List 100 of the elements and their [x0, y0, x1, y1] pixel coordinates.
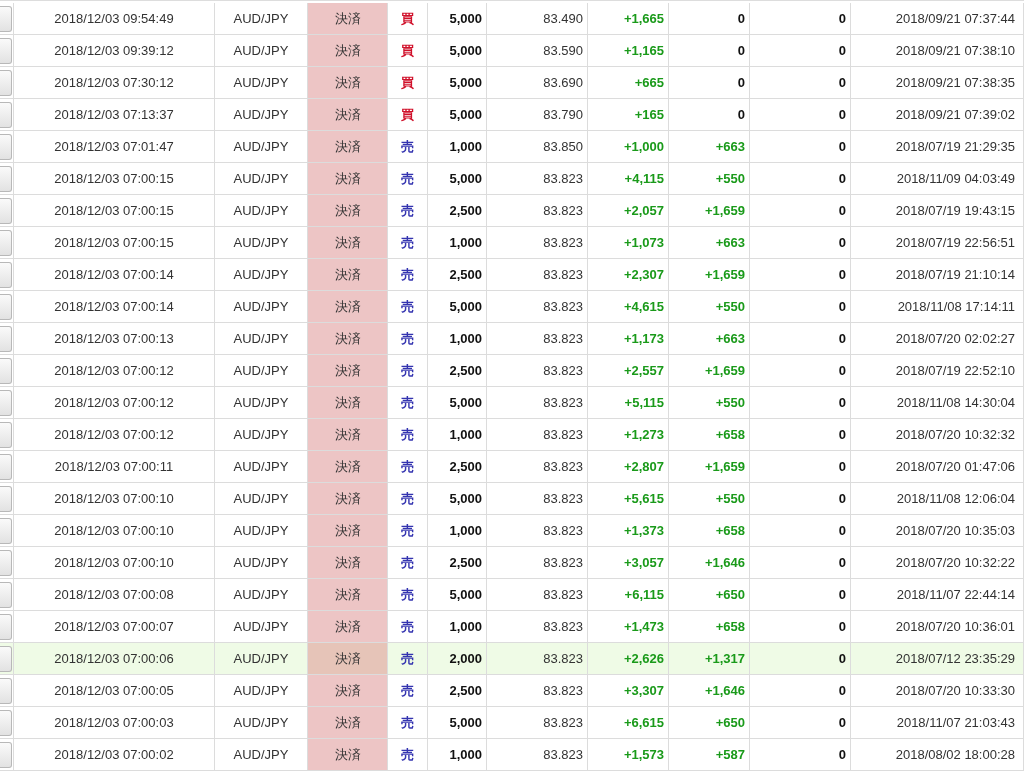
table-cell: 決済	[308, 675, 388, 706]
table-cell: 2018/12/03 07:00:14	[14, 291, 215, 322]
table-cell: +587	[669, 739, 750, 770]
table-cell: 2018/07/20 10:33:30	[851, 675, 1024, 706]
row-button[interactable]	[0, 645, 12, 672]
table-row[interactable]: 2018/12/03 07:00:02 AUD/JPY 決済 売 1,000 83.823 +1,573 +587 0 2018/08/02 18:00:28	[0, 739, 1024, 771]
table-row[interactable]: 2018/12/03 07:00:10 AUD/JPY 決済 売 1,000 83.823 +1,373 +658 0 2018/07/20 10:35:03	[0, 515, 1024, 547]
table-cell: 0	[750, 99, 851, 130]
table-cell: 2018/09/21 07:38:10	[851, 35, 1024, 66]
row-button[interactable]	[0, 37, 12, 64]
table-cell: 売	[388, 387, 428, 418]
table-cell: 83.823	[487, 387, 588, 418]
table-cell: 0	[750, 131, 851, 162]
row-button[interactable]	[0, 5, 12, 32]
table-cell: 0	[750, 291, 851, 322]
row-button[interactable]	[0, 677, 12, 704]
table-row[interactable]: 2018/12/03 07:30:12 AUD/JPY 決済 買 5,000 83.690 +665 0 0 2018/09/21 07:38:35	[0, 67, 1024, 99]
row-button[interactable]	[0, 389, 12, 416]
table-row[interactable]: 2018/12/03 07:13:37 AUD/JPY 決済 買 5,000 83.790 +165 0 0 2018/09/21 07:39:02	[0, 99, 1024, 131]
table-cell: 2018/12/03 07:13:37	[14, 99, 215, 130]
table-cell: +1,473	[588, 611, 669, 642]
row-button[interactable]	[0, 549, 12, 576]
table-cell: 0	[750, 163, 851, 194]
table-cell: 2018/09/21 07:37:44	[851, 3, 1024, 34]
table-row[interactable]: 2018/12/03 09:39:12 AUD/JPY 決済 買 5,000 83.590 +1,165 0 0 2018/09/21 07:38:10	[0, 35, 1024, 67]
table-cell: +1,373	[588, 515, 669, 546]
table-row[interactable]: 2018/12/03 07:00:05 AUD/JPY 決済 売 2,500 83.823 +3,307 +1,646 0 2018/07/20 10:33:30	[0, 675, 1024, 707]
table-cell: +2,307	[588, 259, 669, 290]
row-button[interactable]	[0, 293, 12, 320]
table-cell: 売	[388, 675, 428, 706]
table-cell: 83.823	[487, 291, 588, 322]
table-cell: 買	[388, 67, 428, 98]
table-cell: 2,500	[428, 355, 487, 386]
row-button[interactable]	[0, 325, 12, 352]
table-row[interactable]: 2018/12/03 07:00:14 AUD/JPY 決済 売 2,500 83.823 +2,307 +1,659 0 2018/07/19 21:10:14	[0, 259, 1024, 291]
row-button[interactable]	[0, 69, 12, 96]
table-cell: 2018/12/03 07:00:15	[14, 163, 215, 194]
table-cell: 2018/07/19 22:56:51	[851, 227, 1024, 258]
table-cell: 0	[750, 515, 851, 546]
table-cell: 0	[750, 259, 851, 290]
row-button[interactable]	[0, 421, 12, 448]
table-cell: 2018/07/19 19:43:15	[851, 195, 1024, 226]
table-cell: 2,500	[428, 675, 487, 706]
table-cell: 売	[388, 355, 428, 386]
table-row[interactable]: 2018/12/03 07:00:15 AUD/JPY 決済 売 2,500 83.823 +2,057 +1,659 0 2018/07/19 19:43:15	[0, 195, 1024, 227]
table-row[interactable]: 2018/12/03 07:01:47 AUD/JPY 決済 売 1,000 83.850 +1,000 +663 0 2018/07/19 21:29:35	[0, 131, 1024, 163]
table-cell: 売	[388, 643, 428, 674]
table-row[interactable]: 2018/12/03 07:00:07 AUD/JPY 決済 売 1,000 83.823 +1,473 +658 0 2018/07/20 10:36:01	[0, 611, 1024, 643]
table-cell: 2018/11/09 04:03:49	[851, 163, 1024, 194]
table-cell: 83.823	[487, 611, 588, 642]
table-row[interactable]: 2018/12/03 07:00:08 AUD/JPY 決済 売 5,000 83.823 +6,115 +650 0 2018/11/07 22:44:14	[0, 579, 1024, 611]
table-cell: 決済	[308, 227, 388, 258]
table-row[interactable]: 2018/12/03 07:00:12 AUD/JPY 決済 売 5,000 83.823 +5,115 +550 0 2018/11/08 14:30:04	[0, 387, 1024, 419]
row-button[interactable]	[0, 261, 12, 288]
table-cell: +550	[669, 387, 750, 418]
table-cell: 1,000	[428, 515, 487, 546]
table-cell: 2018/12/03 07:00:02	[14, 739, 215, 770]
row-button[interactable]	[0, 197, 12, 224]
table-cell: 売	[388, 547, 428, 578]
table-cell: 2018/11/08 14:30:04	[851, 387, 1024, 418]
table-row[interactable]: 2018/12/03 07:00:03 AUD/JPY 決済 売 5,000 83.823 +6,615 +650 0 2018/11/07 21:03:43	[0, 707, 1024, 739]
table-row[interactable]: 2018/12/03 07:00:12 AUD/JPY 決済 売 1,000 83.823 +1,273 +658 0 2018/07/20 10:32:32	[0, 419, 1024, 451]
table-row[interactable]: 2018/12/03 07:00:15 AUD/JPY 決済 売 5,000 83.823 +4,115 +550 0 2018/11/09 04:03:49	[0, 163, 1024, 195]
row-button[interactable]	[0, 741, 12, 768]
row-button[interactable]	[0, 101, 12, 128]
table-cell: 2018/07/19 22:52:10	[851, 355, 1024, 386]
row-button[interactable]	[0, 165, 12, 192]
table-row[interactable]: 2018/12/03 07:00:10 AUD/JPY 決済 売 2,500 83.823 +3,057 +1,646 0 2018/07/20 10:32:22	[0, 547, 1024, 579]
table-row[interactable]: 2018/12/03 07:00:11 AUD/JPY 決済 売 2,500 83.823 +2,807 +1,659 0 2018/07/20 01:47:06	[0, 451, 1024, 483]
table-cell: +1,165	[588, 35, 669, 66]
table-cell: +4,115	[588, 163, 669, 194]
table-row[interactable]: 2018/12/03 07:00:12 AUD/JPY 決済 売 2,500 83.823 +2,557 +1,659 0 2018/07/19 22:52:10	[0, 355, 1024, 387]
table-row[interactable]: 2018/12/03 07:00:06 AUD/JPY 決済 売 2,000 83.823 +2,626 +1,317 0 2018/07/12 23:35:29	[0, 643, 1024, 675]
table-cell: 決済	[308, 579, 388, 610]
row-button[interactable]	[0, 453, 12, 480]
table-cell: +6,615	[588, 707, 669, 738]
table-cell: 売	[388, 323, 428, 354]
table-cell: 0	[750, 611, 851, 642]
table-cell: 0	[669, 67, 750, 98]
table-row[interactable]: 2018/12/03 07:00:13 AUD/JPY 決済 売 1,000 83.823 +1,173 +663 0 2018/07/20 02:02:27	[0, 323, 1024, 355]
table-row[interactable]: 2018/12/03 07:00:10 AUD/JPY 決済 売 5,000 83.823 +5,615 +550 0 2018/11/08 12:06:04	[0, 483, 1024, 515]
row-button[interactable]	[0, 357, 12, 384]
row-button[interactable]	[0, 581, 12, 608]
row-button[interactable]	[0, 613, 12, 640]
table-cell: 決済	[308, 67, 388, 98]
table-row[interactable]: 2018/12/03 09:54:49 AUD/JPY 決済 買 5,000 83.490 +1,665 0 0 2018/09/21 07:37:44	[0, 3, 1024, 35]
table-cell: 0	[750, 707, 851, 738]
table-cell: 5,000	[428, 483, 487, 514]
table-cell: 83.823	[487, 739, 588, 770]
row-button[interactable]	[0, 709, 12, 736]
table-cell: 売	[388, 707, 428, 738]
row-button[interactable]	[0, 229, 12, 256]
table-cell: 2018/12/03 07:00:12	[14, 419, 215, 450]
table-cell: 2018/07/20 01:47:06	[851, 451, 1024, 482]
table-cell: 売	[388, 579, 428, 610]
row-button[interactable]	[0, 517, 12, 544]
row-button[interactable]	[0, 485, 12, 512]
row-button[interactable]	[0, 133, 12, 160]
table-row[interactable]: 2018/12/03 07:00:14 AUD/JPY 決済 売 5,000 83.823 +4,615 +550 0 2018/11/08 17:14:11	[0, 291, 1024, 323]
table-row[interactable]: 2018/12/03 07:00:15 AUD/JPY 決済 売 1,000 83.823 +1,073 +663 0 2018/07/19 22:56:51	[0, 227, 1024, 259]
